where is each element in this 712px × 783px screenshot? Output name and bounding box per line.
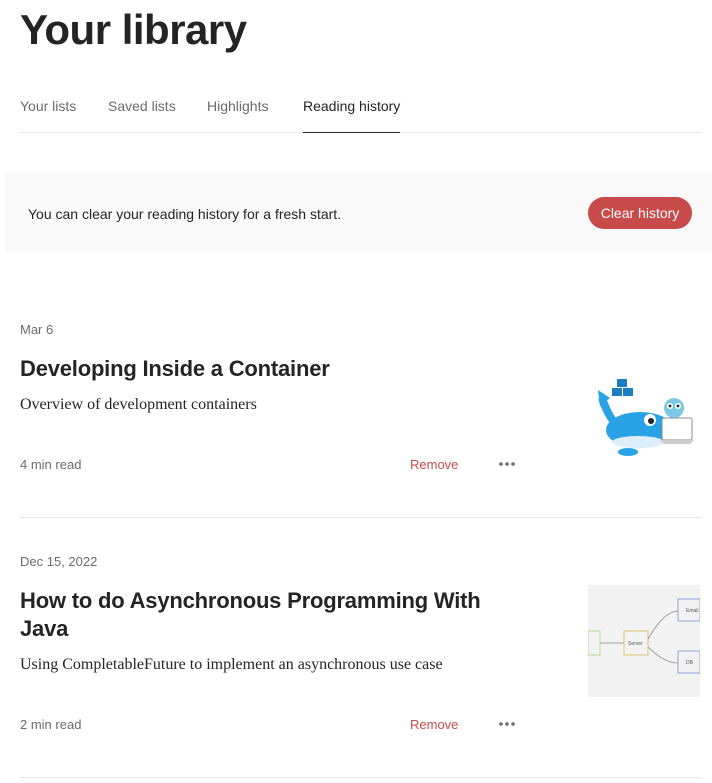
more-options-icon[interactable] bbox=[498, 457, 516, 471]
library-page: Your library Your lists Saved lists High… bbox=[0, 0, 712, 783]
tab-your-lists[interactable]: Your lists bbox=[20, 98, 76, 114]
remove-button[interactable]: Remove bbox=[410, 717, 458, 732]
read-time: 4 min read bbox=[20, 457, 82, 472]
article-thumbnail[interactable] bbox=[588, 368, 700, 480]
article-date: Mar 6 bbox=[20, 322, 54, 337]
history-item: Mar 6 Developing Inside a Container Over… bbox=[20, 322, 701, 518]
article-title[interactable]: How to do Asynchronous Programming With … bbox=[20, 587, 500, 643]
history-item: Dec 15, 2022 How to do Asynchronous Prog… bbox=[20, 554, 701, 778]
article-thumbnail[interactable]: Server Email DB bbox=[588, 585, 700, 697]
laptop-icon bbox=[660, 417, 694, 444]
read-time: 2 min read bbox=[20, 717, 82, 732]
remove-button[interactable]: Remove bbox=[410, 457, 458, 472]
gopher-icon bbox=[664, 398, 684, 418]
article-subtitle: Using CompletableFuture to implement an … bbox=[20, 656, 443, 673]
diagram-server-label: Server bbox=[628, 641, 643, 647]
docker-whale-icon bbox=[598, 379, 674, 456]
diagram-db-label: DB bbox=[686, 660, 694, 666]
article-date: Dec 15, 2022 bbox=[20, 554, 98, 569]
diagram-email-label: Email bbox=[686, 608, 699, 614]
tab-highlights[interactable]: Highlights bbox=[207, 98, 268, 114]
article-subtitle: Overview of development containers bbox=[20, 396, 257, 413]
clear-history-button[interactable]: Clear history bbox=[588, 197, 692, 229]
clear-history-banner: You can clear your reading history for a… bbox=[5, 173, 712, 253]
tab-reading-history[interactable]: Reading history bbox=[303, 98, 401, 133]
banner-message: You can clear your reading history for a… bbox=[28, 206, 342, 222]
page-title: Your library bbox=[20, 6, 247, 53]
library-tabs: Your lists Saved lists Highlights Readin… bbox=[20, 84, 701, 133]
article-title[interactable]: Developing Inside a Container bbox=[20, 355, 500, 383]
tab-saved-lists[interactable]: Saved lists bbox=[108, 98, 176, 114]
more-options-icon[interactable] bbox=[498, 717, 516, 731]
